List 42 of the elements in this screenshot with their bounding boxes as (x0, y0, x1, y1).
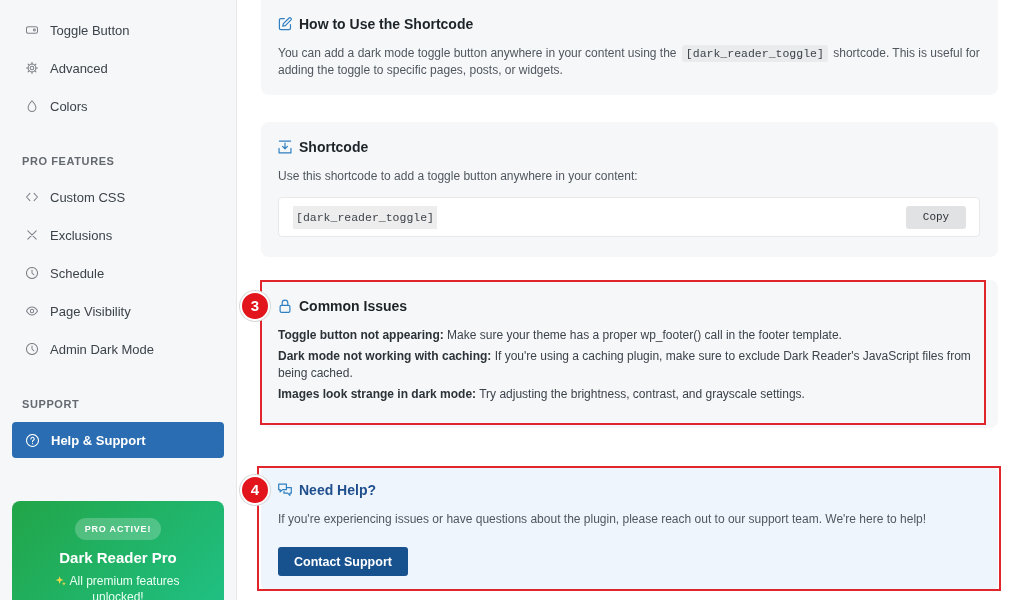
card-title: Need Help? (299, 481, 376, 499)
contact-support-button[interactable]: Contact Support (278, 547, 408, 576)
gear-icon (26, 62, 38, 74)
sidebar-item[interactable]: Page Visibility (12, 293, 224, 329)
section-heading: SUPPORT (22, 397, 80, 411)
issue-text: Dark mode not working with caching: If you're using a caching plugin, make sure to exclude Dark Reader's JavaScript files from being cached. (278, 348, 972, 382)
sidebar-item[interactable]: Advanced (12, 50, 224, 86)
sidebar-item[interactable]: Custom CSS (12, 179, 224, 215)
clock-icon (26, 267, 38, 279)
issue-text: Images look strange in dark mode: Try adjusting the brightness, contrast, and grayscale settings. (278, 386, 806, 403)
clock-icon (26, 343, 38, 355)
sidebar-item[interactable]: Help & Support (12, 422, 224, 458)
sidebar-item[interactable]: Admin Dark Mode (12, 331, 224, 367)
sidebar-item[interactable]: Schedule (12, 255, 224, 291)
card-title: Dark Reader Pro (59, 549, 177, 567)
step-marker: 3 (240, 291, 270, 321)
card-title: Shortcode (299, 138, 369, 156)
status-badge: PRO ACTIVE! (74, 518, 162, 540)
drop-icon (26, 100, 38, 112)
shortcode-field[interactable]: [dark_reader_toggle] Copy (278, 197, 980, 237)
tray-arrow-icon (278, 140, 292, 154)
toggle-icon (26, 24, 38, 36)
shortcode-text: [dark_reader_toggle] (293, 205, 438, 229)
x-mark-icon (26, 229, 38, 241)
eye-icon (26, 305, 38, 317)
sidebar-item[interactable]: Exclusions (12, 217, 224, 253)
card-title: Common Issues (299, 297, 408, 315)
sidebar-item[interactable]: Toggle Button (12, 12, 224, 48)
issue-text: Toggle button not appearing: Make sure your theme has a proper wp_footer() call in the footer template. (278, 327, 843, 344)
paragraph: If you're experiencing issues or have questions about the plugin, please reach out to our support team. We're here to help! (278, 511, 928, 528)
copy-button[interactable]: Copy (906, 205, 966, 229)
step-marker: 4 (240, 475, 270, 505)
code-icon (26, 191, 38, 203)
chat-bubbles-icon (278, 483, 292, 497)
lock-icon (278, 299, 292, 313)
sidebar-item[interactable]: Colors (12, 88, 224, 124)
pencil-square-icon (278, 17, 292, 31)
card-description: Use this shortcode to add a toggle button anywhere in your content: (278, 168, 639, 185)
section-heading: PRO FEATURES (22, 154, 115, 168)
sparkle-icon (56, 576, 67, 586)
paragraph: You can add a dark mode toggle button anywhere in your content using the [dark_reader_toggle] shortcode. This is useful for adding the toggle to specific pages, posts, or widgets. (278, 45, 980, 79)
card-title: How to Use the Shortcode (299, 15, 474, 33)
